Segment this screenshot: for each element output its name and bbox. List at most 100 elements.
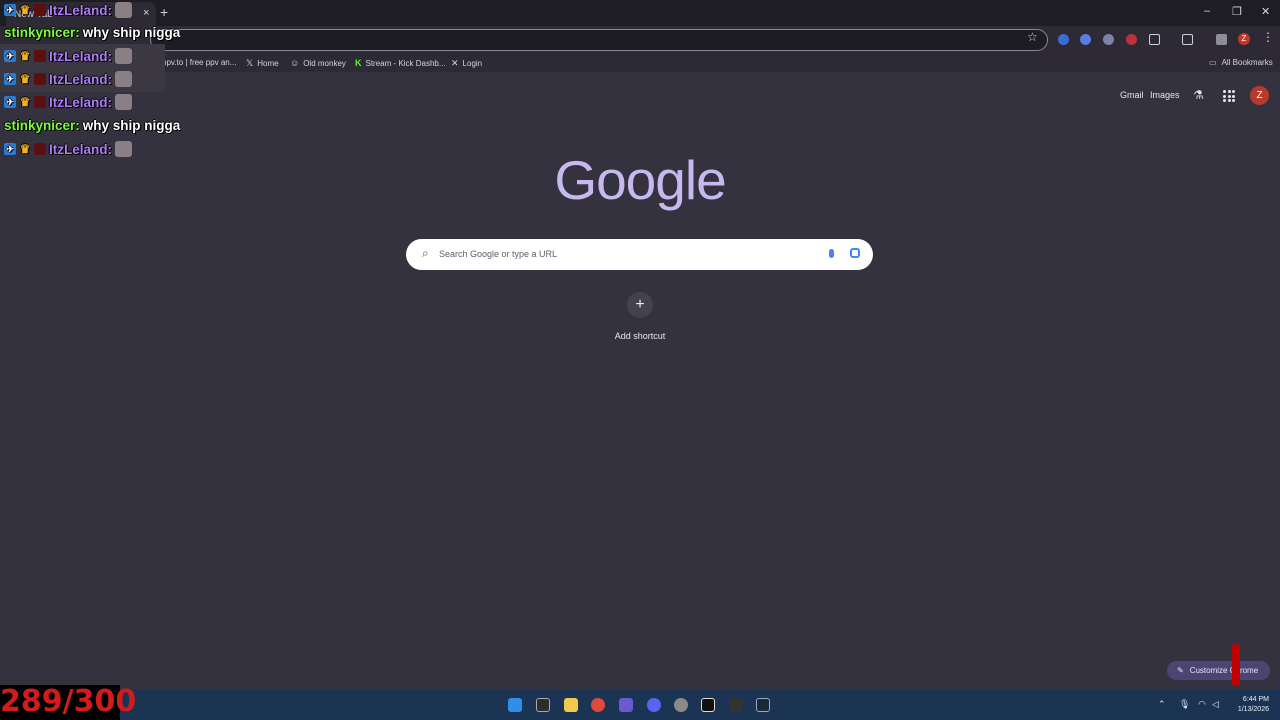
prime-badge-icon: ✈	[4, 50, 16, 62]
chat-username: ItzLeland:	[49, 2, 112, 18]
chat-username: ItzLeland:	[49, 48, 112, 64]
chat-username: stinkynicer:	[4, 25, 80, 40]
sub-badge-icon	[34, 73, 46, 85]
prime-badge-icon: ✈	[4, 96, 16, 108]
lens-camera-icon[interactable]	[850, 248, 860, 258]
chat-message: ✈ ♛ ItzLeland:	[4, 71, 132, 87]
bookmark-old-monkey[interactable]: ☺ Old monkey	[290, 58, 346, 68]
minimize-button[interactable]: –	[1204, 5, 1210, 17]
side-panel-icon[interactable]	[1182, 34, 1193, 45]
folder-icon: ▭	[1209, 58, 1217, 67]
extensions-puzzle-icon[interactable]	[1149, 34, 1160, 45]
file-explorer-icon[interactable]	[564, 698, 578, 712]
pencil-icon: ✎	[1177, 666, 1184, 675]
new-tab-button[interactable]: +	[160, 4, 168, 20]
tray-chevron-icon[interactable]: ⌃	[1158, 699, 1166, 710]
chrome-icon[interactable]	[591, 698, 605, 712]
chat-message: ✈ ♛ ItzLeland:	[4, 48, 132, 64]
chat-text: why ship nigga	[82, 25, 181, 40]
progress-counter: 289/300	[0, 684, 137, 720]
clock-date: 1/13/2026	[1237, 706, 1269, 713]
sub-badge-icon	[34, 4, 46, 16]
extension-red-icon[interactable]	[1126, 34, 1137, 45]
app-grid-icon[interactable]	[619, 698, 633, 712]
bookmark-label: ppv.to | free ppv an...	[162, 58, 237, 67]
search-box[interactable]: ⌕ Search Google or type a URL	[406, 239, 873, 270]
start-windows-icon[interactable]	[508, 698, 522, 712]
close-window-button[interactable]: ✕	[1261, 5, 1270, 18]
app-dx-icon[interactable]	[701, 698, 715, 712]
chat-message: ✈ ♛ ItzLeland:	[4, 141, 132, 157]
emote-icon	[115, 48, 132, 64]
microphone-icon[interactable]: 🎙	[1179, 699, 1190, 710]
google-logo: Google	[554, 149, 726, 211]
chat-username: ItzLeland:	[49, 71, 112, 87]
monkey-icon: ☺	[290, 58, 300, 68]
clock-time: 6:44 PM	[1242, 696, 1269, 703]
chat-username: ItzLeland:	[49, 94, 112, 110]
bookmark-label: Old monkey	[303, 58, 346, 68]
sub-badge-icon	[34, 50, 46, 62]
prime-badge-icon: ✈	[4, 143, 16, 155]
discord-icon[interactable]	[647, 698, 661, 712]
images-link[interactable]: Images	[1150, 90, 1180, 100]
app-round-icon[interactable]	[674, 698, 688, 712]
all-bookmarks-label: All Bookmarks	[1221, 58, 1273, 67]
emote-icon	[115, 71, 132, 87]
bookmark-label: Stream - Kick Dashb...	[365, 58, 446, 68]
bookmark-label: Home	[257, 59, 279, 68]
bookmark-label: Login	[462, 59, 483, 68]
account-avatar[interactable]: Z	[1250, 86, 1269, 105]
search-icon: ⌕	[422, 246, 429, 260]
sub-badge-icon	[34, 96, 46, 108]
add-shortcut-button[interactable]: +	[627, 292, 653, 318]
crown-badge-icon: ♛	[19, 95, 31, 109]
labs-flask-icon[interactable]: ⚗	[1193, 88, 1204, 102]
add-shortcut-label: Add shortcut	[614, 331, 666, 341]
clock[interactable]: 6:44 PM 1/13/2026	[1227, 695, 1269, 715]
extension-audio-icon[interactable]	[1080, 34, 1091, 45]
bookmark-home[interactable]: 𝕏 Home	[246, 58, 279, 69]
media-control-icon[interactable]	[1216, 34, 1227, 45]
red-overlay-marker	[1232, 644, 1240, 686]
sub-badge-icon	[34, 143, 46, 155]
x-logo-icon: 𝕏	[246, 58, 254, 68]
crown-badge-icon: ♛	[19, 72, 31, 86]
app-g-icon[interactable]	[536, 698, 550, 712]
steam-icon[interactable]	[756, 698, 770, 712]
customize-chrome-button[interactable]: ✎ Customize Chrome	[1167, 661, 1270, 680]
chat-message: stinkynicer: why ship nigga	[4, 25, 180, 40]
wifi-icon[interactable]: ◠	[1198, 699, 1206, 710]
bookmark-login[interactable]: ✕ Login	[451, 58, 482, 69]
voice-search-icon[interactable]	[829, 249, 834, 258]
gmail-link[interactable]: Gmail	[1120, 90, 1144, 100]
volume-icon[interactable]: ◁	[1212, 699, 1219, 710]
chrome-menu-icon[interactable]: ⋮	[1262, 30, 1274, 44]
chat-text: why ship nigga	[82, 118, 181, 133]
tab-close-icon[interactable]: ×	[143, 7, 149, 19]
customize-label: Customize Chrome	[1189, 666, 1259, 675]
chat-username: stinkynicer:	[4, 118, 80, 133]
restore-button[interactable]: ❐	[1232, 5, 1242, 18]
bookmarks-bar: ppv.to | free ppv an... 𝕏 Home ☺ Old mon…	[0, 54, 1280, 72]
emote-icon	[115, 2, 132, 18]
chat-message: ✈ ♛ ItzLeland:	[4, 94, 132, 110]
extension-globe-icon[interactable]	[1103, 34, 1114, 45]
prime-badge-icon: ✈	[4, 73, 16, 85]
address-bar[interactable]	[150, 29, 1048, 51]
kick-icon: K	[355, 58, 362, 68]
tab-strip: New Tab × + – ❐ ✕	[0, 0, 1280, 26]
bookmark-kick[interactable]: K Stream - Kick Dashb...	[355, 58, 446, 68]
prime-badge-icon: ✈	[4, 4, 16, 16]
crown-badge-icon: ♛	[19, 142, 31, 156]
bookmark-ppv[interactable]: ppv.to | free ppv an...	[162, 58, 236, 67]
chat-message: stinkynicer: why ship nigga	[4, 118, 180, 133]
all-bookmarks-button[interactable]: ▭ All Bookmarks	[1209, 58, 1273, 67]
epic-games-icon[interactable]	[729, 698, 743, 712]
profile-avatar-icon[interactable]: Z	[1238, 33, 1250, 45]
extension-blue-icon[interactable]	[1058, 34, 1069, 45]
bookmark-star-icon[interactable]: ☆	[1027, 30, 1038, 44]
google-apps-icon[interactable]	[1223, 90, 1235, 102]
crown-badge-icon: ♛	[19, 3, 31, 17]
crown-badge-icon: ♛	[19, 49, 31, 63]
